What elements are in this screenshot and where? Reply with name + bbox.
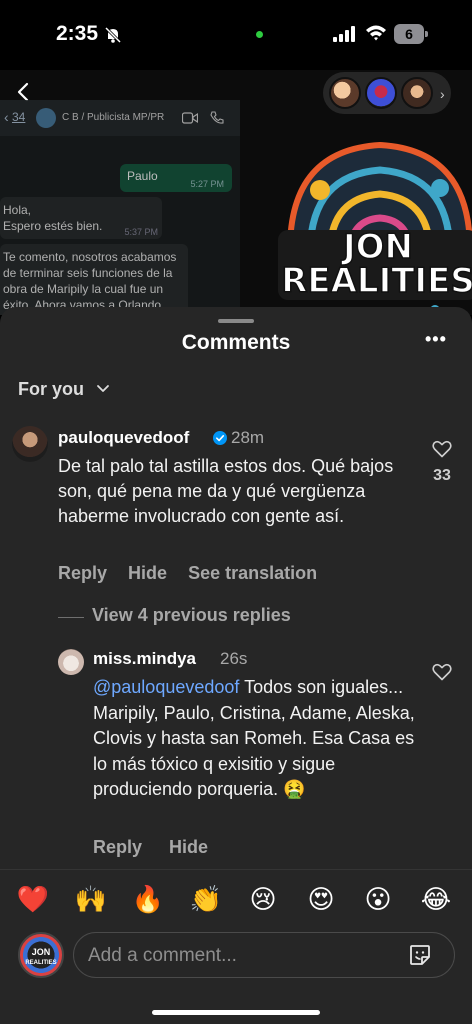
mention-link[interactable]: @pauloquevedoof xyxy=(93,677,239,697)
divider xyxy=(0,869,472,870)
comment-text: @pauloquevedoof Todos son iguales... Mar… xyxy=(93,675,415,803)
cellular-signal-icon xyxy=(333,26,355,42)
heart-icon[interactable] xyxy=(432,440,452,458)
avatar[interactable] xyxy=(12,426,48,462)
quick-reactions-bar: ❤️ 🙌 🔥 👏 😢 😍 😮 😂 xyxy=(0,882,472,922)
verified-badge-icon xyxy=(213,431,227,445)
reaction-surprised[interactable]: 😮 xyxy=(361,882,395,918)
more-options-icon[interactable]: ••• xyxy=(425,329,447,350)
chat-header: ‹ 34 C B / Publicista MP/PR xyxy=(0,100,240,136)
reaction-heart-eyes[interactable]: 😍 xyxy=(304,882,338,918)
comment-username[interactable]: miss.mindya xyxy=(93,649,196,669)
chat-screenshot-image: ‹ 34 C B / Publicista MP/PR Paulo 5:27 P… xyxy=(0,100,240,315)
replies-divider xyxy=(58,617,84,618)
battery-indicator: 6 xyxy=(394,24,428,44)
comment-actions: Reply Hide xyxy=(93,837,230,858)
chat-received-line: Espero estés bien. xyxy=(3,219,103,233)
reaction-clap[interactable]: 👏 xyxy=(189,882,223,918)
sort-dropdown[interactable]: For you xyxy=(18,379,109,403)
comment-username[interactable]: pauloquevedoof xyxy=(58,428,189,448)
comment-input-placeholder: Add a comment... xyxy=(88,945,237,966)
bell-off-icon xyxy=(104,26,122,44)
chat-received-line: Hola, xyxy=(3,203,32,217)
see-translation-button[interactable]: See translation xyxy=(188,563,317,583)
background-post: › ‹ 34 C B / Publicista MP/PR Paulo 5:27… xyxy=(0,70,472,315)
status-time: 2:35 xyxy=(56,22,99,45)
reaction-crying[interactable]: 😢 xyxy=(246,882,280,918)
chat-bubble-received: Hola, Espero estés bien. 5:37 PM xyxy=(0,197,162,239)
comment-text: De tal palo tal astilla estos dos. Qué b… xyxy=(58,456,394,526)
avatar xyxy=(36,108,56,128)
sheet-title: Comments xyxy=(181,331,291,354)
sticker-icon[interactable] xyxy=(408,943,432,967)
avatar xyxy=(329,77,361,109)
avatar: JON REALITIES xyxy=(18,932,64,978)
comments-sheet: Comments ••• For you pauloquevedoof 28m … xyxy=(0,307,472,1024)
chat-unread-count: 34 xyxy=(12,110,26,124)
view-previous-replies-button[interactable]: View 4 previous replies xyxy=(92,605,291,626)
chat-bubble-received: Te comento, nosotros acabamos de termina… xyxy=(0,244,188,315)
chevron-down-icon xyxy=(97,385,109,392)
avatar xyxy=(365,77,397,109)
sheet-grabber[interactable] xyxy=(218,319,254,323)
comment-time: 28m xyxy=(231,428,265,447)
home-indicator[interactable] xyxy=(152,1010,320,1015)
logo-line2: REALITIES xyxy=(281,261,472,301)
reaction-laughing[interactable]: 😂 xyxy=(419,882,453,918)
viewer-avatar-stack[interactable]: › xyxy=(323,72,451,114)
hide-button[interactable]: Hide xyxy=(128,563,167,583)
chat-bubble-sent: Paulo 5:27 PM xyxy=(120,164,232,192)
comment-time: 26s xyxy=(220,649,248,668)
video-call-icon xyxy=(182,112,198,124)
hide-button[interactable]: Hide xyxy=(169,837,208,857)
sort-label: For you xyxy=(18,379,84,399)
camera-indicator-dot xyxy=(256,31,263,38)
reply-button[interactable]: Reply xyxy=(93,837,142,857)
jon-realities-logo-image: JON REALITIES xyxy=(278,141,472,315)
chevron-right-icon: › xyxy=(440,86,445,102)
comment-input[interactable]: Add a comment... xyxy=(73,932,455,978)
heart-icon[interactable] xyxy=(432,663,452,681)
phone-icon xyxy=(210,111,224,124)
status-bar: 2:35 6 xyxy=(0,0,472,70)
chat-back-icon: ‹ xyxy=(4,109,9,125)
chat-contact-name: C B / Publicista MP/PR xyxy=(62,112,165,123)
avatar[interactable] xyxy=(58,649,84,675)
chat-sent-time: 5:27 PM xyxy=(190,179,224,189)
reply-button[interactable]: Reply xyxy=(58,563,107,583)
comment-actions: Reply Hide See translation xyxy=(58,563,333,584)
reaction-fire[interactable]: 🔥 xyxy=(131,882,165,918)
battery-level: 6 xyxy=(394,24,424,44)
wifi-icon xyxy=(366,25,386,41)
composer-avatar-logo: JON REALITIES xyxy=(25,947,57,967)
reaction-heart[interactable]: ❤️ xyxy=(16,882,50,918)
chat-received-time: 5:37 PM xyxy=(124,227,158,237)
avatar xyxy=(401,77,433,109)
chat-sent-text: Paulo xyxy=(127,169,158,183)
like-count: 33 xyxy=(433,467,451,484)
reaction-raised-hands[interactable]: 🙌 xyxy=(74,882,108,918)
chat-received-long: Te comento, nosotros acabamos de termina… xyxy=(3,250,177,315)
